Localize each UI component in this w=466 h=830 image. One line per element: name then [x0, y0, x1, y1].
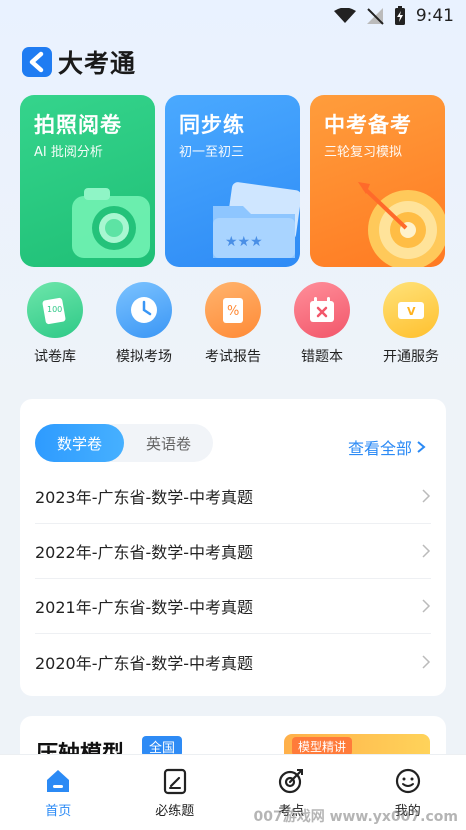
card-sync-practice[interactable]: 同步练 初一至初三 ★★★	[165, 95, 300, 267]
camera-icon	[72, 188, 150, 258]
battery-charging-icon	[394, 6, 405, 25]
app-header: 大考通	[22, 44, 136, 80]
list-item[interactable]: 2022年-广东省-数学-中考真题	[35, 524, 431, 579]
tool-label: 开通服务	[383, 349, 439, 365]
chevron-right-icon	[422, 654, 431, 669]
chevron-right-icon	[422, 489, 431, 503]
tool-wrong-book[interactable]: 错题本	[279, 282, 365, 366]
paper-title: 2023年-广东省-数学-中考真题	[35, 488, 254, 507]
signal-off-icon	[366, 8, 384, 25]
tool-exam-report[interactable]: % 考试报告	[190, 282, 276, 366]
target-dart-icon	[358, 182, 445, 267]
list-item[interactable]: 2021年-广东省-数学-中考真题	[35, 579, 431, 634]
tool-shortcuts: 100 试卷库 模拟考场 % 考试报告 错题本 V 开通服务	[12, 282, 454, 366]
svg-text:%: %	[227, 304, 239, 319]
paper-list-panel: 数学卷 英语卷 查看全部 2023年-广东省-数学-中考真题 2022年-广东省…	[20, 399, 446, 696]
tab-math[interactable]: 数学卷	[35, 424, 124, 462]
calendar-wrong-icon	[294, 282, 350, 338]
tool-open-service[interactable]: V 开通服务	[368, 282, 454, 366]
nav-label: 首页	[45, 803, 72, 819]
paper-title: 2020年-广东省-数学-中考真题	[35, 653, 254, 673]
card-title: 拍照阅卷	[34, 113, 122, 137]
wifi-icon	[333, 8, 356, 23]
tool-mock-exam[interactable]: 模拟考场	[101, 282, 187, 366]
list-item[interactable]: 2020年-广东省-数学-中考真题	[35, 634, 431, 689]
card-subtitle: 初一至初三	[179, 145, 245, 160]
paper-rows: 2023年-广东省-数学-中考真题 2022年-广东省-数学-中考真题 2021…	[35, 469, 431, 689]
card-exam-prep[interactable]: 中考备考 三轮复习模拟	[310, 95, 445, 267]
list-item[interactable]: 2023年-广东省-数学-中考真题	[35, 469, 431, 524]
card-photo-grading[interactable]: 拍照阅卷 AI 批阅分析	[20, 95, 155, 267]
svg-text:V: V	[407, 305, 416, 318]
folder-icon: ★★★	[213, 182, 300, 258]
feature-cards: 拍照阅卷 AI 批阅分析 同步练 初一至初三 ★★★ 中考备考 三轮复习模拟	[20, 95, 445, 267]
chevron-right-icon	[422, 599, 431, 613]
nav-practice[interactable]: 必练题	[130, 767, 220, 819]
status-time: 9:41	[415, 6, 454, 26]
chevron-right-icon	[417, 441, 426, 453]
tool-label: 错题本	[301, 349, 343, 365]
clock-icon	[116, 282, 172, 338]
chevron-right-icon	[422, 544, 431, 558]
card-title: 中考备考	[324, 113, 412, 137]
paper-stack-icon: 100	[27, 282, 83, 338]
card-subtitle: AI 批阅分析	[34, 145, 103, 160]
view-all-label: 查看全部	[347, 439, 412, 458]
app-title: 大考通	[58, 49, 137, 78]
profile-smile-icon	[395, 768, 420, 793]
card-subtitle: 三轮复习模拟	[324, 145, 403, 160]
svg-text:100: 100	[47, 305, 62, 314]
tool-label: 模拟考场	[116, 349, 172, 365]
tool-label: 考试报告	[205, 349, 261, 365]
tool-paper-library[interactable]: 100 试卷库	[12, 282, 98, 366]
watermark: 007游戏网 www.yx007.com	[253, 809, 458, 825]
tab-english[interactable]: 英语卷	[124, 424, 213, 462]
view-all-link[interactable]: 查看全部	[348, 435, 426, 459]
status-bar: 9:41	[0, 0, 466, 32]
svg-text:★★★: ★★★	[225, 234, 263, 250]
app-logo-icon	[22, 47, 52, 77]
card-title: 同步练	[179, 113, 245, 137]
vip-card-icon: V	[383, 282, 439, 338]
edit-paper-icon	[163, 768, 186, 794]
paper-title: 2021年-广东省-数学-中考真题	[35, 598, 254, 617]
target-icon	[279, 768, 304, 793]
subject-tabs: 数学卷 英语卷	[35, 424, 213, 462]
report-percent-icon: %	[205, 282, 261, 338]
paper-title: 2022年-广东省-数学-中考真题	[35, 543, 254, 562]
nav-label: 必练题	[155, 803, 195, 819]
home-icon	[47, 769, 70, 792]
nav-home[interactable]: 首页	[13, 767, 103, 819]
tool-label: 试卷库	[34, 349, 76, 365]
